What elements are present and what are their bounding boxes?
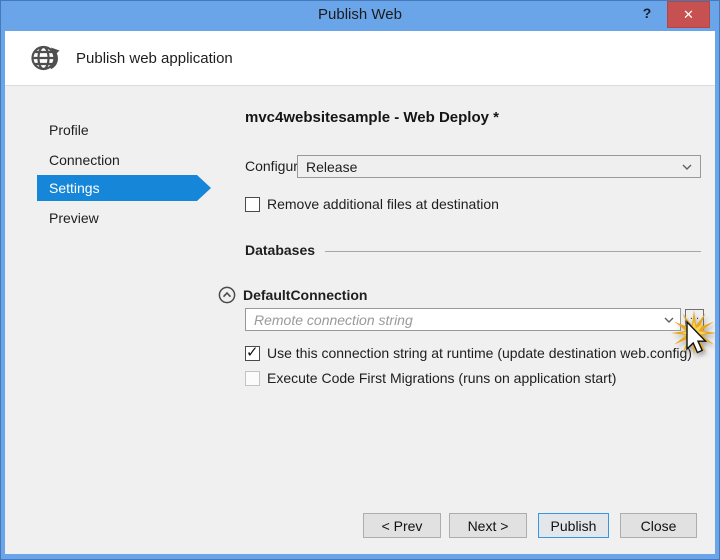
configuration-dropdown[interactable]: Release bbox=[297, 155, 701, 178]
use-connection-string-label: Use this connection string at runtime (u… bbox=[267, 345, 692, 361]
connection-string-input[interactable] bbox=[254, 311, 664, 328]
next-button[interactable]: Next > bbox=[449, 513, 527, 538]
databases-section-header: Databases bbox=[245, 242, 701, 258]
collapse-chevron-up-icon[interactable] bbox=[218, 286, 236, 304]
chevron-down-icon bbox=[664, 317, 674, 323]
use-connection-string-checkbox[interactable]: ✓ Use this connection string at runtime … bbox=[245, 343, 692, 361]
remove-files-checkbox[interactable]: Remove additional files at destination bbox=[245, 196, 499, 212]
code-first-migrations-label: Execute Code First Migrations (runs on a… bbox=[267, 370, 617, 386]
databases-title: Databases bbox=[245, 242, 316, 258]
configuration-value: Release bbox=[306, 158, 358, 175]
prev-button[interactable]: < Prev bbox=[363, 513, 441, 538]
sidebar-item-profile[interactable]: Profile bbox=[37, 117, 197, 143]
connection-name: DefaultConnection bbox=[243, 287, 368, 303]
sidebar-item-preview[interactable]: Preview bbox=[37, 205, 197, 231]
browse-connection-button[interactable]: ... bbox=[685, 309, 704, 330]
connection-string-combobox[interactable] bbox=[245, 308, 681, 331]
checkbox-checked[interactable]: ✓ bbox=[245, 343, 260, 361]
section-divider bbox=[325, 250, 701, 252]
titlebar: Publish Web ? ✕ bbox=[1, 1, 719, 31]
help-button[interactable]: ? bbox=[637, 5, 657, 27]
chevron-down-icon bbox=[682, 164, 692, 170]
checkmark-icon: ✓ bbox=[246, 343, 259, 361]
remove-files-label: Remove additional files at destination bbox=[267, 196, 499, 212]
close-button[interactable]: Close bbox=[620, 513, 697, 538]
page-title: Publish web application bbox=[76, 49, 233, 67]
sidebar-item-settings[interactable]: Settings bbox=[37, 175, 211, 201]
code-first-migrations-checkbox: Execute Code First Migrations (runs on a… bbox=[245, 370, 616, 386]
window-title: Publish Web bbox=[318, 6, 402, 23]
default-connection-header: DefaultConnection bbox=[218, 286, 367, 304]
dialog-body: Profile Connection Settings Preview mvc4… bbox=[5, 86, 715, 554]
globe-arrow-icon bbox=[31, 45, 60, 71]
dialog-header: Publish web application bbox=[5, 31, 715, 86]
sidebar-item-connection[interactable]: Connection bbox=[37, 147, 197, 173]
checkbox-unchecked[interactable] bbox=[245, 196, 260, 212]
publish-button[interactable]: Publish bbox=[538, 513, 609, 538]
close-window-button[interactable]: ✕ bbox=[667, 1, 710, 28]
publish-web-dialog: Publish Web ? ✕ Publish web application … bbox=[0, 0, 720, 560]
checkbox-disabled bbox=[245, 370, 260, 386]
profile-heading: mvc4websitesample - Web Deploy * bbox=[245, 109, 499, 126]
